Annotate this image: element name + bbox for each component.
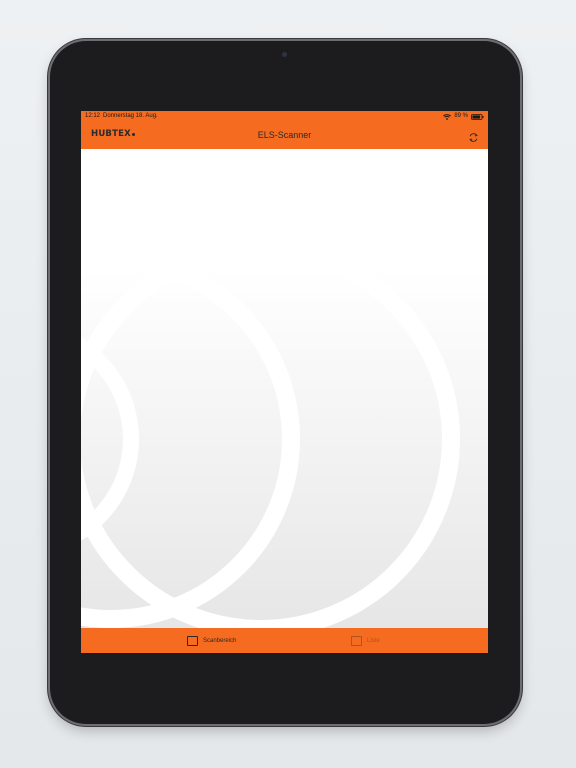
list-icon	[351, 635, 362, 646]
battery-icon	[471, 113, 484, 120]
status-indicators: 89 %	[443, 111, 484, 122]
status-bar: 12:12 Donnerstag 18. Aug. 89 %	[81, 111, 488, 122]
scan-waves-graphic	[81, 149, 488, 628]
scanner-view[interactable]	[81, 149, 488, 628]
home-indicator-area	[81, 653, 488, 694]
status-date: Donnerstag 18. Aug.	[103, 113, 158, 119]
tab-label: Liste	[367, 637, 380, 644]
status-time: 12:12	[85, 113, 101, 119]
page-background: 12:12 Donnerstag 18. Aug. 89 % HUBTEX EL…	[0, 0, 576, 768]
tab-label: Scanbereich	[203, 637, 237, 644]
app-screen: 12:12 Donnerstag 18. Aug. 89 % HUBTEX EL…	[81, 111, 488, 694]
page-title: ELS-Scanner	[257, 130, 312, 140]
tablet-device: 12:12 Donnerstag 18. Aug. 89 % HUBTEX EL…	[50, 41, 520, 724]
tab-scanbereich[interactable]: Scanbereich	[187, 628, 236, 653]
battery-percent: 89 %	[454, 113, 468, 119]
tab-liste[interactable]: Liste	[351, 628, 380, 653]
navigation-bar: HUBTEX ELS-Scanner	[81, 122, 488, 149]
wifi-icon	[443, 113, 452, 120]
refresh-icon[interactable]	[468, 130, 479, 142]
front-camera	[282, 52, 287, 57]
tab-bar: Scanbereich Liste	[81, 628, 488, 653]
scan-area-icon	[187, 635, 198, 646]
